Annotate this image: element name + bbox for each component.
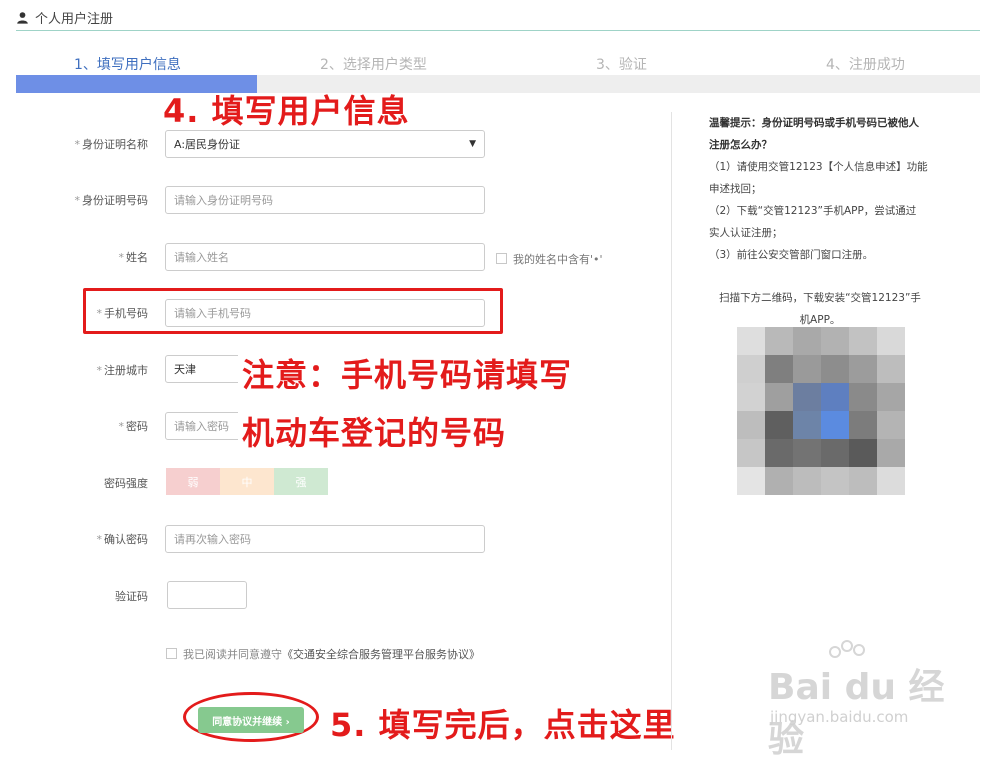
- tips-line1a: （1）请使用交管12123【个人信息申述】功能: [709, 161, 928, 173]
- name-label: * 姓名: [118, 251, 149, 264]
- tips-line2a: （2）下载“交管12123”手机APP，尝试通过: [709, 205, 917, 217]
- tips-line2b: 实人认证注册；: [709, 227, 783, 239]
- column-divider: [671, 112, 672, 750]
- page-header: 个人用户注册: [16, 6, 113, 28]
- city-value: 天津: [174, 363, 196, 376]
- password-label: * 密码: [118, 420, 149, 433]
- page-title: 个人用户注册: [35, 11, 114, 27]
- id-type-label: * 身份证明名称: [74, 138, 149, 151]
- step-3-verify: 3、验证: [596, 57, 647, 73]
- confirm-label: * 确认密码: [96, 533, 149, 546]
- strength-label: 密码强度: [104, 477, 148, 490]
- strength-medium: 中: [220, 468, 274, 495]
- annotation-note-line1: 注意：手机号码请填写: [238, 348, 577, 398]
- city-label: * 注册城市: [96, 364, 149, 377]
- annotation-note-line2: 机动车登记的号码: [238, 406, 511, 456]
- agreement-link[interactable]: 《交通安全综合服务管理平台服务协议》: [282, 648, 480, 661]
- step-1-fill-info: 1、填写用户信息: [74, 57, 181, 73]
- qr-code-image: [737, 327, 905, 495]
- header-divider: [16, 30, 980, 31]
- id-number-input[interactable]: [165, 186, 485, 214]
- agree-continue-button[interactable]: 同意协议并继续 ›: [198, 707, 304, 733]
- captcha-label: 验证码: [115, 590, 148, 603]
- tips-title-line1: 温馨提示：身份证明号码或手机号码已被他人: [709, 117, 919, 129]
- confirm-input[interactable]: [165, 525, 485, 553]
- name-dot-label: 我的姓名中含有'•': [513, 253, 603, 266]
- annotation-step5: 5. 填写完后，点击这里: [330, 706, 676, 744]
- tips-title-line2: 注册怎么办？: [709, 139, 772, 151]
- captcha-input[interactable]: [167, 581, 247, 609]
- user-icon: [17, 11, 28, 24]
- agreement-checkbox[interactable]: [166, 648, 177, 659]
- annotation-step4: 4. 填写用户信息: [163, 92, 410, 130]
- baidu-jingyan-watermark: Bai du 经验 jingyan.baidu.com: [760, 640, 980, 760]
- name-input[interactable]: [165, 243, 485, 271]
- tips-panel: 温馨提示：身份证明号码或手机号码已被他人 注册怎么办？ （1）请使用交管1212…: [709, 112, 944, 266]
- id-type-value: A:居民身份证: [174, 138, 241, 151]
- agreement-text: 我已阅读并同意遵守《交通安全综合服务管理平台服务协议》: [183, 648, 480, 661]
- strength-strong: 强: [274, 468, 328, 495]
- caret-down-icon: ▼: [469, 139, 476, 149]
- step-2-choose-type: 2、选择用户类型: [320, 57, 427, 73]
- id-type-select[interactable]: A:居民身份证 ▼: [165, 130, 485, 158]
- tips-line3: （3）前往公安交管部门窗口注册。: [709, 249, 874, 261]
- strength-weak: 弱: [166, 468, 220, 495]
- tips-line1b: 申述找回；: [709, 183, 762, 195]
- qr-caption: 扫描下方二维码，下载安装“交管12123”手 机APP。: [719, 292, 921, 326]
- id-number-label: * 身份证明号码: [74, 194, 149, 207]
- phone-highlight-box: [83, 288, 503, 334]
- name-dot-checkbox[interactable]: [496, 253, 507, 264]
- step-4-success: 4、注册成功: [826, 57, 905, 73]
